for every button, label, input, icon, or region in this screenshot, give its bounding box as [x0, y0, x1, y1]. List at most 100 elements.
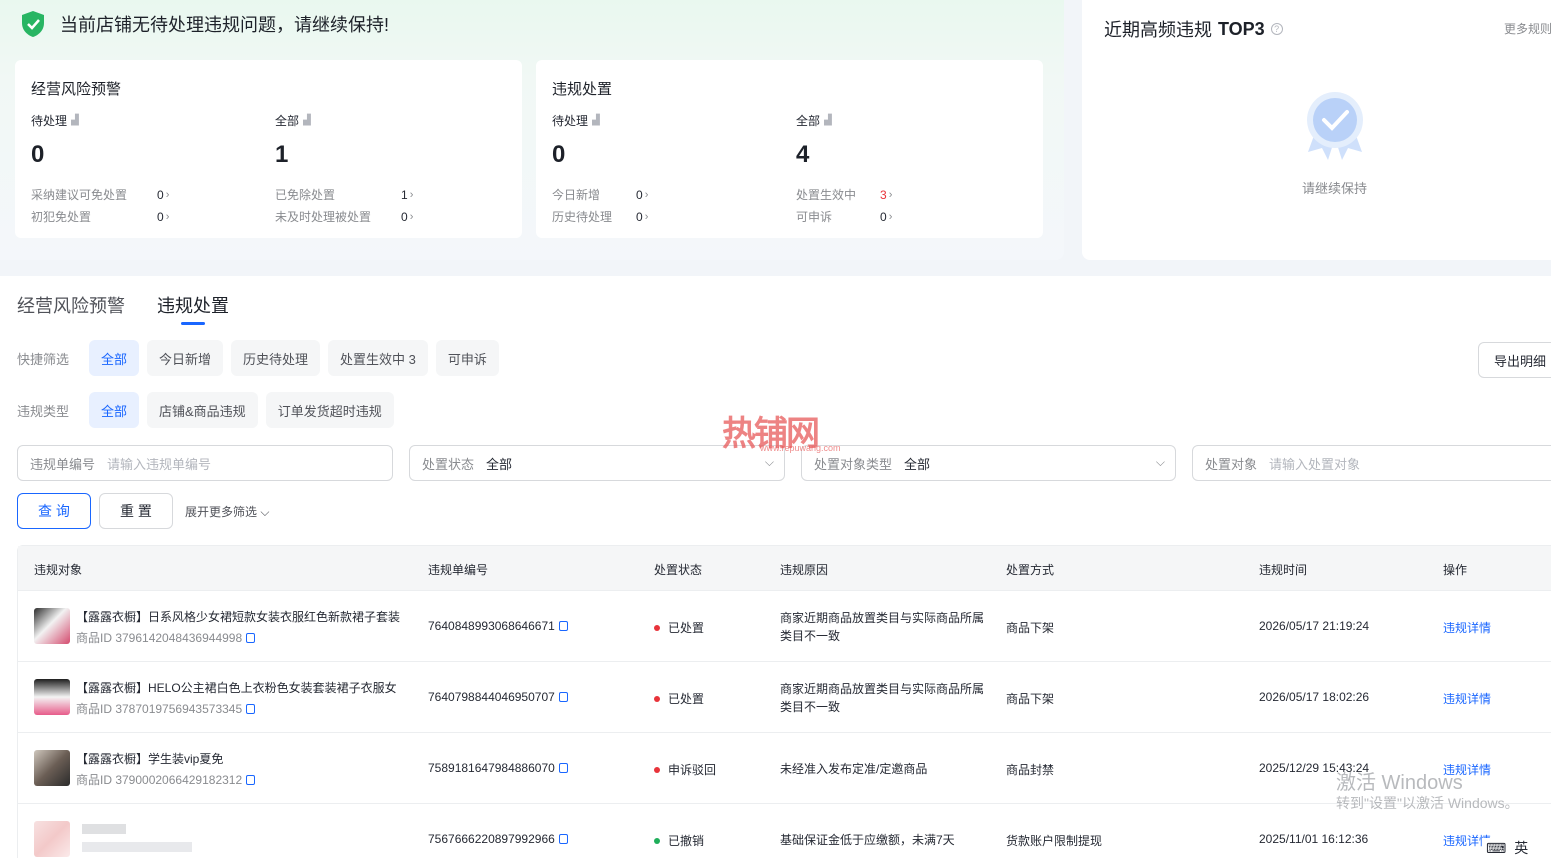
chevron-down-icon: ⌵	[260, 505, 270, 519]
copy-icon[interactable]	[246, 703, 256, 714]
chip-appealable[interactable]: 可申诉	[435, 340, 499, 376]
violation-card: 违规处置 待处理 ▟ 0 全部 ▟ 4 今日新增 0 › 历史待处理 0 › 处置生效中 3 ›…	[536, 60, 1043, 238]
target-type-select[interactable]: 处置对象类型 全部 ⌵	[801, 445, 1176, 481]
copy-icon[interactable]	[558, 834, 568, 844]
chip-in-effect[interactable]: 处置生效中 3	[328, 340, 428, 376]
sub-label: 未及时处理被处置	[275, 210, 372, 224]
violation-sub-row[interactable]: 处置生效中 3 ›	[796, 186, 892, 203]
order-no-cell: 7567666220897992966	[428, 832, 568, 846]
sub-label: 历史待处理	[552, 210, 613, 224]
field-value: 全部	[486, 456, 513, 472]
risk-warning-card: 经营风险预警 待处理 ▟ 0 全部 ▟ 1 采纳建议可免处置 0 › 初犯免处置 0 › 已…	[15, 60, 522, 238]
copy-icon[interactable]	[246, 632, 256, 643]
sub-label: 处置生效中	[796, 188, 857, 202]
blurred-id	[82, 842, 192, 852]
status-cell: 已处置	[654, 619, 704, 636]
sub-value: 0	[880, 209, 887, 224]
product-title[interactable]: 【露露衣橱】HELO公主裙白色上衣粉色女装套装裙子衣服女	[76, 679, 416, 696]
tab-violation[interactable]: 违规处置	[157, 292, 229, 325]
violation-table: 违规对象 违规单编号 处置状态 违规原因 处置方式 违规时间 操作 【露露衣橱】…	[17, 545, 1551, 858]
target-field[interactable]: 处置对象 请输入处置对象	[1192, 445, 1551, 481]
tab-risk-warning[interactable]: 经营风险预警	[17, 292, 125, 318]
th-order-no: 违规单编号	[428, 563, 489, 577]
product-thumbnail[interactable]	[34, 750, 70, 786]
risk-sub-row[interactable]: 采纳建议可免处置 0 ›	[31, 186, 169, 203]
chip-order-timeout[interactable]: 订单发货超时违规	[265, 392, 394, 428]
quick-filter-row: 快捷筛选 全部 今日新增 历史待处理 处置生效中 3 可申诉	[17, 340, 507, 376]
expand-filters-link[interactable]: 展开更多筛选 ⌵	[185, 503, 269, 520]
violation-sub-row[interactable]: 历史待处理 0 ›	[552, 208, 648, 225]
signal-icon: ▟	[303, 115, 311, 126]
detail-link[interactable]: 违规详情	[1443, 619, 1491, 636]
time-cell: 2025/11/01 16:12:36	[1259, 832, 1369, 846]
risk-all-stat[interactable]: 全部 ▟ 1	[275, 112, 311, 169]
status-dot	[654, 766, 660, 773]
pending-label: 待处理	[552, 114, 589, 128]
status-cell: 已处置	[654, 690, 704, 707]
signal-icon: ▟	[824, 115, 832, 126]
risk-sub-row[interactable]: 已免除处置 1 ›	[275, 186, 413, 203]
status-text: 申诉驳回	[668, 763, 717, 777]
th-time: 违规时间	[1259, 563, 1308, 577]
time-cell: 2026/05/17 18:02:26	[1259, 690, 1370, 704]
keyboard-icon: ⌨	[1486, 839, 1507, 856]
top3-title: 近期高频违规 TOP3 ?	[1104, 16, 1283, 42]
product-title[interactable]: 【露露衣橱】日系风格少女裙短款女装衣服红色新款裙子套装	[76, 608, 416, 625]
chip-history-pending[interactable]: 历史待处理	[231, 340, 321, 376]
status-dot	[654, 695, 660, 702]
signal-icon: ▟	[71, 115, 79, 126]
top3-title-bold: TOP3	[1218, 18, 1265, 39]
copy-icon[interactable]	[558, 692, 568, 702]
field-label: 处置对象类型	[814, 456, 893, 472]
ime-indicator[interactable]: ⌨ 英	[1482, 838, 1551, 858]
risk-sub-row[interactable]: 未及时处理被处置 0 ›	[275, 208, 413, 225]
risk-pending-stat[interactable]: 待处理 ▟ 0	[31, 112, 79, 169]
status-banner: 当前店铺无待处理违规问题，请继续保持!	[20, 10, 389, 38]
violation-pending-stat[interactable]: 待处理 ▟ 0	[552, 112, 600, 169]
windows-activation-title: 激活 Windows	[1336, 772, 1463, 794]
table-row: 【露露衣橱】学生装vip夏免 商品ID 3790002066429182312 …	[18, 732, 1551, 803]
chevron-right-icon: ›	[165, 188, 170, 201]
top3-panel: 近期高频违规 TOP3 ? 更多规则 请继续保持	[1082, 0, 1551, 260]
order-no-text: 7567666220897992966	[428, 832, 555, 846]
chip-type-all[interactable]: 全部	[89, 392, 140, 428]
site-watermark-url: www.repuwang.com	[760, 443, 841, 453]
reset-button[interactable]: 重 置	[99, 493, 173, 529]
violation-sub-row[interactable]: 今日新增 0 ›	[552, 186, 648, 203]
status-text: 已处置	[668, 621, 705, 635]
risk-sub-row[interactable]: 初犯免处置 0 ›	[31, 208, 169, 225]
product-thumbnail[interactable]	[34, 679, 70, 715]
field-label: 处置状态	[422, 456, 475, 472]
export-button[interactable]: 导出明细	[1478, 342, 1551, 378]
status-cell: 申诉驳回	[654, 761, 716, 778]
risk-card-title: 经营风险预警	[31, 81, 122, 98]
detail-link[interactable]: 违规详情	[1443, 690, 1491, 707]
order-no-text: 7640848993068646671	[428, 619, 555, 633]
product-thumbnail[interactable]	[34, 608, 70, 644]
order-no-field[interactable]: 违规单编号 请输入违规单编号	[17, 445, 393, 481]
type-filter-row: 违规类型 全部 店铺&商品违规 订单发货超时违规	[17, 392, 402, 428]
more-rules-link[interactable]: 更多规则	[1504, 20, 1551, 37]
chip-shop-product[interactable]: 店铺&商品违规	[147, 392, 258, 428]
query-button[interactable]: 查 询	[17, 493, 91, 529]
chip-all[interactable]: 全部	[89, 340, 140, 376]
pending-label: 待处理	[31, 114, 68, 128]
field-label: 处置对象	[1205, 456, 1258, 472]
all-value: 4	[796, 141, 810, 168]
copy-icon[interactable]	[558, 621, 568, 631]
status-dot	[654, 837, 660, 844]
copy-icon[interactable]	[558, 763, 568, 773]
product-title[interactable]: 【露露衣橱】学生装vip夏免	[76, 750, 416, 767]
pending-value: 0	[552, 141, 566, 168]
field-placeholder: 请输入违规单编号	[107, 456, 212, 472]
violation-sub-row[interactable]: 可申诉 0 ›	[796, 208, 892, 225]
help-icon[interactable]: ?	[1270, 23, 1283, 35]
violation-all-stat[interactable]: 全部 ▟ 4	[796, 112, 832, 169]
sub-label: 可申诉	[796, 210, 833, 224]
copy-icon[interactable]	[246, 774, 256, 785]
chip-today-new[interactable]: 今日新增	[147, 340, 224, 376]
sub-label: 初犯免处置	[31, 210, 92, 224]
status-dot	[654, 624, 660, 631]
th-method: 处置方式	[1006, 563, 1055, 577]
product-thumbnail-blurred[interactable]	[34, 821, 70, 857]
